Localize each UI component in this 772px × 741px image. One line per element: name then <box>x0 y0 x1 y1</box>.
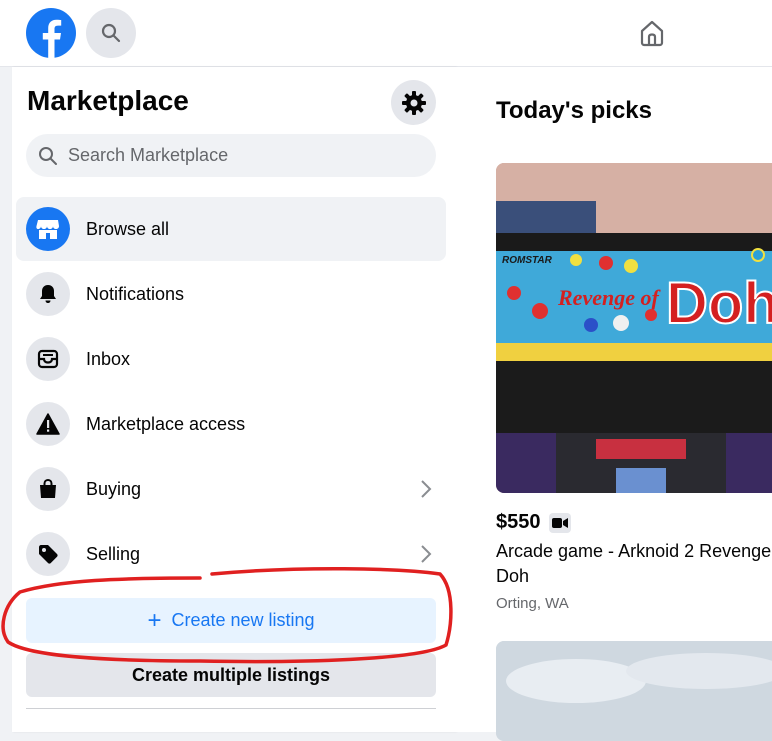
sidebar-item-label: Selling <box>86 543 141 564</box>
plus-icon: + <box>147 606 162 634</box>
bell-icon <box>26 272 70 316</box>
shopping-bag-icon <box>26 467 70 511</box>
inbox-icon <box>26 337 70 381</box>
marquee-brand-text: ROMSTAR <box>502 255 553 266</box>
sidebar-item-label: Notifications <box>86 283 185 304</box>
create-new-listing-button[interactable]: + Create new listing <box>26 598 436 643</box>
create-multiple-listings-button[interactable]: Create multiple listings <box>26 653 436 697</box>
home-icon <box>640 20 664 47</box>
sidebar-item-label: Buying <box>86 478 142 499</box>
marketplace-sidebar: Marketplace Search Marketplace Browse al… <box>12 67 456 732</box>
section-title: Today's picks <box>496 97 652 124</box>
warning-icon <box>26 402 70 446</box>
home-button[interactable] <box>630 14 674 52</box>
price-tag-icon <box>26 532 70 576</box>
search-input[interactable] <box>66 144 410 167</box>
marketplace-feed: Today's picks ROMSTAR Revenge of Doh $55… <box>456 67 772 741</box>
chevron-right-icon <box>421 480 432 498</box>
gear-icon <box>401 90 426 115</box>
sidebar-item-label: Inbox <box>86 348 131 369</box>
divider <box>26 708 436 709</box>
search-icon <box>101 23 121 43</box>
listing-photo[interactable]: ROMSTAR Revenge of Doh <box>496 163 772 493</box>
sidebar-item-marketplace-access[interactable]: Marketplace access <box>16 392 446 456</box>
sidebar-item-browse-all[interactable]: Browse all <box>16 197 446 261</box>
sidebar-item-buying[interactable]: Buying <box>16 457 446 521</box>
sidebar-title: Marketplace <box>27 85 189 116</box>
listing-title-line-1: Arcade game - Arknoid 2 Revenge <box>496 541 772 561</box>
listing-photo[interactable] <box>496 641 772 741</box>
listing-title[interactable]: Arcade game - Arknoid 2 Revenge Doh <box>496 539 772 589</box>
listing-price: $550 <box>496 511 541 533</box>
settings-button[interactable] <box>391 80 436 125</box>
sidebar-item-label: Browse all <box>86 218 170 239</box>
top-navigation-bar <box>0 0 772 67</box>
search-icon <box>39 146 57 165</box>
storefront-icon <box>26 207 70 251</box>
listing-location: Orting, WA <box>496 595 569 612</box>
listing-price-row: $550 <box>496 511 571 534</box>
facebook-logo-icon[interactable] <box>26 8 76 58</box>
marquee-doh-text: Doh <box>666 271 772 336</box>
create-new-listing-label: Create new listing <box>171 610 315 630</box>
listing-title-line-2: Doh <box>496 566 530 586</box>
sidebar-item-label: Marketplace access <box>86 413 246 434</box>
sidebar-item-notifications[interactable]: Notifications <box>16 262 446 326</box>
marquee-title-text: Revenge of <box>557 285 661 310</box>
marketplace-search-field[interactable] <box>26 134 436 177</box>
sidebar-item-inbox[interactable]: Inbox <box>16 327 446 391</box>
video-camera-icon <box>548 512 571 533</box>
search-button[interactable] <box>86 8 136 58</box>
sidebar-item-selling[interactable]: Selling <box>16 522 446 586</box>
chevron-right-icon <box>421 545 432 563</box>
